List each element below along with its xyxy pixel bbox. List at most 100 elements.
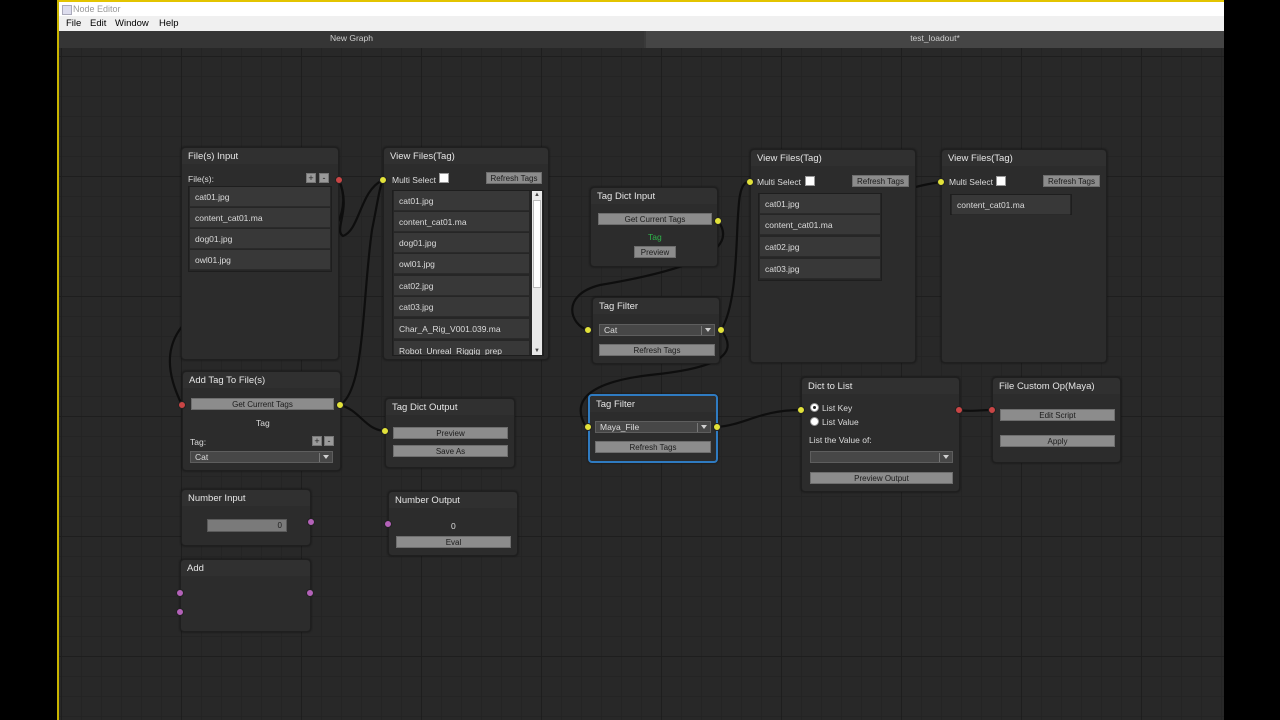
output-port[interactable] (336, 401, 344, 409)
list-item[interactable]: Robot_Unreal_Riggig_prep (394, 341, 529, 355)
list-item[interactable]: dog01.jpg (190, 229, 330, 249)
refresh-tags-button[interactable]: Refresh Tags (599, 344, 715, 356)
list-item[interactable]: content_cat01.ma (760, 215, 880, 235)
input-port[interactable] (379, 176, 387, 184)
node-add-tag[interactable]: Add Tag To File(s) Get Current Tags Tag … (182, 371, 341, 471)
combo-separator (701, 326, 702, 335)
input-port[interactable] (584, 423, 592, 431)
list-item[interactable]: cat02.jpg (394, 276, 529, 296)
input-port[interactable] (384, 520, 392, 528)
list-item[interactable]: content_cat01.ma (190, 208, 330, 228)
files-list[interactable]: cat01.jpg content_cat01.ma dog01.jpg owl… (392, 190, 544, 356)
input-port[interactable] (176, 589, 184, 597)
number-input-field[interactable]: 0 (207, 519, 287, 532)
tag-filter-select[interactable]: Cat (599, 324, 715, 336)
output-port[interactable] (335, 176, 343, 184)
list-item[interactable]: cat01.jpg (760, 194, 880, 214)
node-view-files-3[interactable]: View Files(Tag) Multi Select Refresh Tag… (941, 149, 1107, 363)
add-file-button[interactable]: + (306, 173, 316, 183)
output-port[interactable] (306, 589, 314, 597)
node-tag-filter-2[interactable]: Tag Filter Maya_File Refresh Tags (588, 394, 718, 463)
preview-output-button[interactable]: Preview Output (810, 472, 953, 484)
node-title: Add Tag To File(s) (189, 375, 266, 386)
input-port[interactable] (584, 326, 592, 334)
node-view-files-2[interactable]: View Files(Tag) Multi Select Refresh Tag… (750, 149, 916, 363)
tag-select[interactable]: Cat (190, 451, 333, 463)
files-list[interactable]: cat01.jpg content_cat01.ma cat02.jpg cat… (758, 193, 882, 281)
list-value-of-label: List the Value of: (809, 435, 872, 445)
refresh-tags-button[interactable]: Refresh Tags (1043, 175, 1100, 187)
list-value-radio[interactable] (810, 417, 819, 426)
node-files-input[interactable]: File(s) Input File(s): + - cat01.jpg con… (181, 147, 339, 360)
files-list[interactable]: cat01.jpg content_cat01.ma dog01.jpg owl… (188, 186, 332, 272)
list-value-label: List Value (822, 417, 859, 427)
input-port[interactable] (937, 178, 945, 186)
multi-select-checkbox[interactable] (996, 176, 1006, 186)
menu-help[interactable]: Help (159, 18, 179, 29)
list-item[interactable]: cat01.jpg (190, 187, 330, 207)
scrollbar[interactable]: ▲ ▼ (532, 191, 542, 355)
node-add[interactable]: Add (180, 559, 311, 632)
tag-filter-select[interactable]: Maya_File (595, 421, 711, 433)
input-port[interactable] (176, 608, 184, 616)
remove-tag-button[interactable]: - (324, 436, 334, 446)
list-item[interactable]: Char_A_Rig_V001.039.ma (394, 319, 529, 339)
list-item[interactable]: content_cat01.ma (952, 195, 1070, 215)
input-port[interactable] (381, 427, 389, 435)
list-item[interactable]: dog01.jpg (394, 233, 529, 253)
files-list[interactable]: content_cat01.ma (950, 194, 1072, 215)
apply-button[interactable]: Apply (1000, 435, 1115, 447)
menu-edit[interactable]: Edit (90, 18, 106, 29)
list-item[interactable]: cat03.jpg (394, 297, 529, 317)
input-port[interactable] (746, 178, 754, 186)
preview-button[interactable]: Preview (634, 246, 676, 258)
menu-window[interactable]: Window (115, 18, 149, 29)
node-tag-filter-1[interactable]: Tag Filter Cat Refresh Tags (592, 297, 720, 364)
multi-select-checkbox[interactable] (805, 176, 815, 186)
output-port[interactable] (714, 217, 722, 225)
input-port[interactable] (988, 406, 996, 414)
output-port[interactable] (713, 423, 721, 431)
output-port[interactable] (307, 518, 315, 526)
save-as-button[interactable]: Save As (393, 445, 508, 457)
menu-file[interactable]: File (66, 18, 81, 29)
node-number-input[interactable]: Number Input 0 (181, 489, 311, 546)
node-file-custom-op[interactable]: File Custom Op(Maya) Edit Script Apply (992, 377, 1121, 463)
multi-select-checkbox[interactable] (439, 173, 449, 183)
eval-button[interactable]: Eval (396, 536, 511, 548)
node-dict-to-list[interactable]: Dict to List List Key List Value List th… (801, 377, 960, 492)
list-item[interactable]: cat03.jpg (760, 259, 880, 279)
get-current-tags-button[interactable]: Get Current Tags (598, 213, 712, 225)
edit-script-button[interactable]: Edit Script (1000, 409, 1115, 421)
node-tag-dict-output[interactable]: Tag Dict Output Preview Save As (385, 398, 515, 468)
node-tag-dict-input[interactable]: Tag Dict Input Get Current Tags Tag Prev… (590, 187, 718, 267)
get-current-tags-button[interactable]: Get Current Tags (191, 398, 334, 410)
refresh-tags-button[interactable]: Refresh Tags (486, 172, 542, 184)
refresh-tags-button[interactable]: Refresh Tags (595, 441, 711, 453)
list-item[interactable]: cat02.jpg (760, 237, 880, 257)
node-view-files-1[interactable]: View Files(Tag) Multi Select Refresh Tag… (383, 147, 549, 360)
list-item[interactable]: owl01.jpg (394, 254, 529, 274)
node-title: View Files(Tag) (390, 151, 455, 162)
preview-button[interactable]: Preview (393, 427, 508, 439)
list-item[interactable]: cat01.jpg (394, 191, 529, 211)
scrollbar-thumb[interactable] (533, 200, 541, 288)
list-key-radio[interactable] (810, 403, 819, 412)
refresh-tags-button[interactable]: Refresh Tags (852, 175, 909, 187)
value-select[interactable] (810, 451, 953, 463)
selected-value: Cat (195, 452, 209, 462)
node-title: Add (187, 563, 204, 574)
output-port[interactable] (717, 326, 725, 334)
remove-file-button[interactable]: - (319, 173, 329, 183)
scroll-up-icon[interactable]: ▲ (532, 191, 542, 199)
input-port[interactable] (797, 406, 805, 414)
node-title: File Custom Op(Maya) (999, 381, 1095, 392)
scroll-down-icon[interactable]: ▼ (532, 347, 542, 355)
list-item[interactable]: content_cat01.ma (394, 212, 529, 232)
list-item[interactable]: owl01.jpg (190, 250, 330, 270)
output-port[interactable] (955, 406, 963, 414)
node-number-output[interactable]: Number Output 0 Eval (388, 491, 518, 556)
input-port[interactable] (178, 401, 186, 409)
add-tag-button[interactable]: + (312, 436, 322, 446)
selected-value: Cat (604, 325, 618, 335)
